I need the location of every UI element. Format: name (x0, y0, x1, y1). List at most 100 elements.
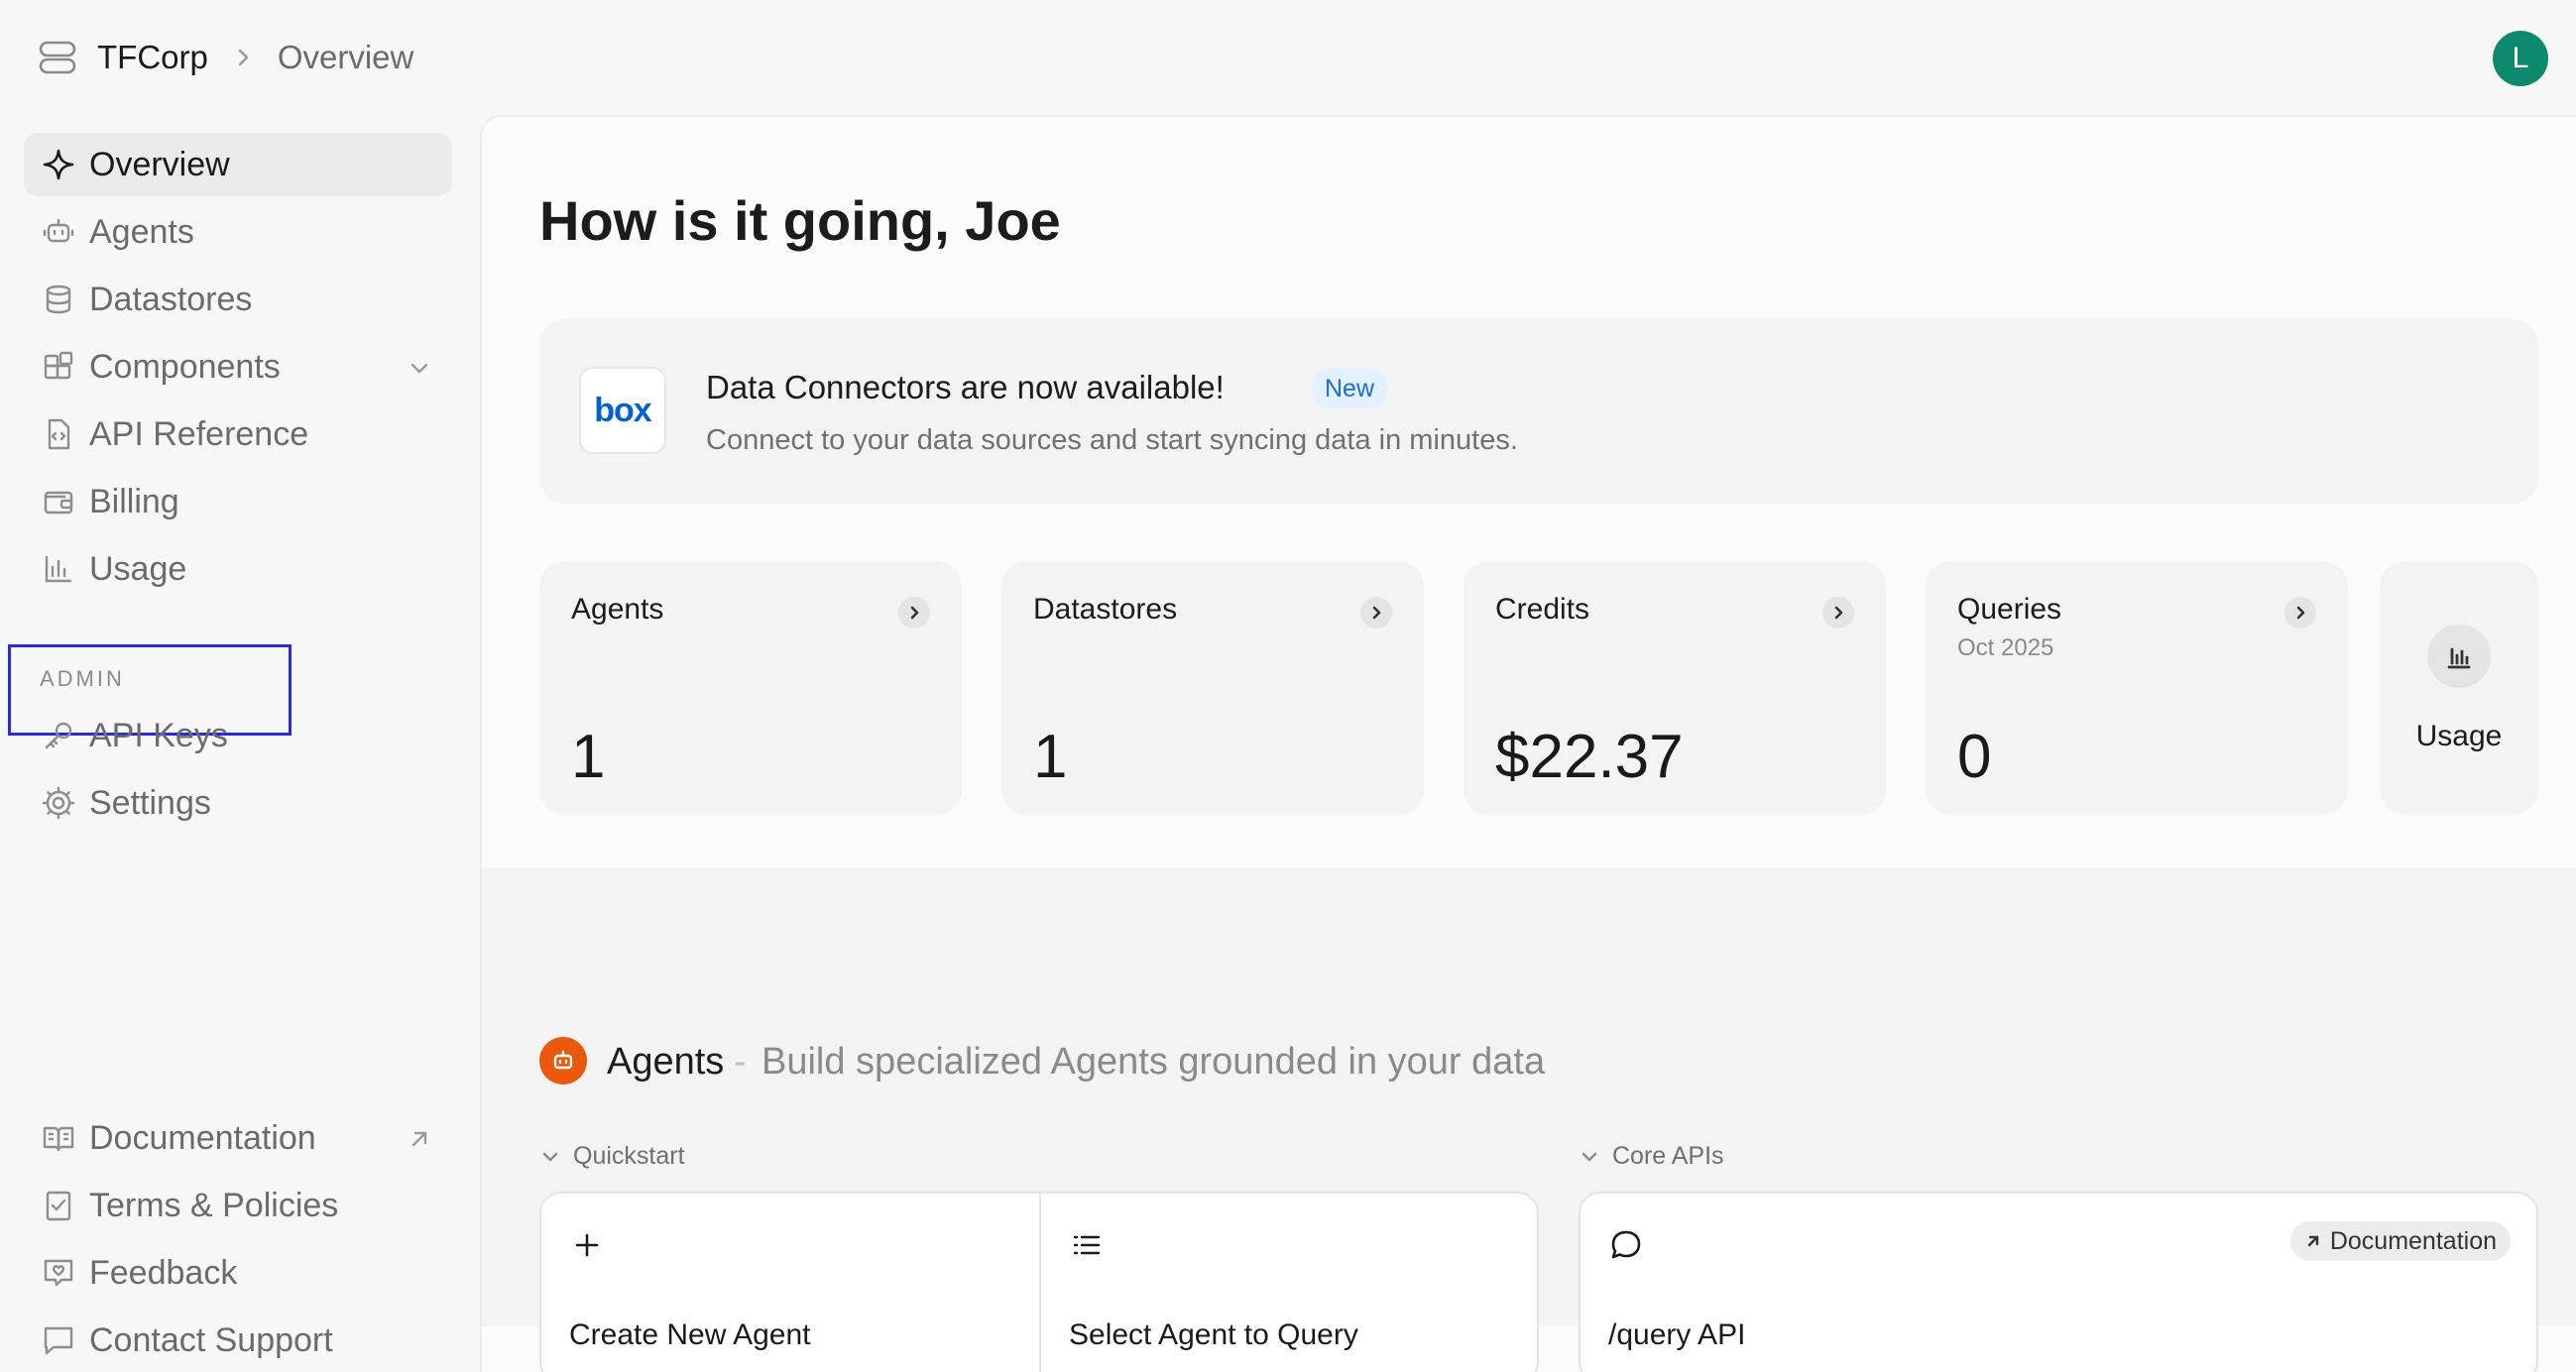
sidebar-item-feedback[interactable]: Feedback (24, 1241, 452, 1305)
create-new-agent-button[interactable]: Create New Agent (541, 1194, 1039, 1372)
quickstart-group-label[interactable]: Quickstart (539, 1142, 685, 1171)
user-avatar[interactable]: L (2493, 31, 2548, 86)
breadcrumb-org[interactable]: TFCorp (97, 39, 208, 76)
quickstart-panel: Create New Agent Select Agent to Query (539, 1192, 1539, 1372)
banner-subtitle: Connect to your data sources and start s… (706, 424, 1518, 456)
chevron-down-icon (1581, 1152, 1597, 1161)
sidebar-item-api-reference[interactable]: API Reference (24, 402, 452, 466)
sidebar-item-billing[interactable]: Billing (24, 470, 452, 533)
stat-label: Datastores (1033, 593, 1178, 626)
stat-value: $22.37 (1495, 723, 1684, 791)
sidebar-item-datastores[interactable]: Datastores (24, 268, 452, 331)
documentation-link[interactable]: Documentation (2289, 1221, 2511, 1261)
sidebar-item-label: Documentation (89, 1118, 316, 1157)
group-label-text: Core APIs (1612, 1142, 1724, 1170)
sidebar-item-label: API Reference (89, 414, 309, 453)
agents-section: Agents - Build specialized Agents ground… (482, 868, 2576, 1372)
top-bar: TFCorp Overview L (0, 0, 2576, 115)
chevron-right-icon[interactable] (2284, 597, 2316, 629)
chevron-right-icon[interactable] (1822, 597, 1854, 629)
sidebar-item-terms-policies[interactable]: Terms & Policies (24, 1174, 452, 1237)
new-badge: New (1311, 369, 1389, 408)
sidebar-item-overview[interactable]: Overview (24, 133, 452, 196)
sidebar: Overview Agents Datastores Components AP… (0, 115, 480, 1372)
agents-section-separator: - (734, 1041, 747, 1083)
chevron-right-icon (230, 45, 256, 70)
box-logo: box (579, 367, 666, 454)
plus-icon (569, 1227, 605, 1263)
stat-period: Oct 2025 (1957, 634, 2054, 661)
stat-card-datastores[interactable]: Datastores 1 (1001, 561, 1424, 815)
action-label: /query API (1608, 1318, 1746, 1351)
arrow-up-right-icon (2307, 1235, 2319, 1247)
components-icon (42, 350, 75, 384)
sidebar-item-label: Settings (89, 783, 211, 822)
chevron-down-icon (542, 1152, 558, 1161)
chevron-right-icon[interactable] (1360, 597, 1392, 629)
stat-card-queries[interactable]: Queries Oct 2025 0 (1926, 561, 2348, 815)
sidebar-item-label: Usage (89, 549, 187, 588)
sidebar-item-label: Datastores (89, 280, 253, 318)
external-link-arrow-icon (407, 1126, 432, 1152)
admin-section-label: ADMIN (40, 666, 125, 691)
sidebar-item-api-keys[interactable]: API Keys (24, 704, 452, 767)
stat-label: Credits (1495, 593, 1590, 626)
list-icon (1069, 1227, 1105, 1263)
stat-value: 0 (1957, 723, 1992, 791)
sidebar-item-label: Feedback (89, 1253, 238, 1292)
agents-section-description: Build specialized Agents grounded in you… (761, 1041, 1546, 1083)
usage-card[interactable]: Usage (2380, 561, 2538, 815)
breadcrumb-current-page: Overview (277, 39, 414, 75)
core-apis-group-label[interactable]: Core APIs (1579, 1142, 1724, 1171)
banner-title: Data Connectors are now available! (706, 369, 1225, 405)
query-api-card[interactable]: /query API Documentation (1579, 1192, 2538, 1372)
book-icon (42, 1121, 75, 1155)
documentation-link-label: Documentation (2329, 1226, 2497, 1255)
checklist-icon (42, 1189, 75, 1222)
action-label: Select Agent to Query (1069, 1318, 1358, 1351)
data-connectors-banner[interactable]: box Data Connectors are now available! N… (539, 319, 2538, 504)
key-icon (42, 719, 75, 752)
sidebar-item-contact-support[interactable]: Contact Support (24, 1309, 452, 1372)
bar-chart-icon (2427, 625, 2491, 688)
feedback-icon (42, 1256, 75, 1290)
sidebar-item-label: API Keys (89, 716, 228, 754)
stat-label: Agents (571, 593, 664, 626)
database-icon (42, 283, 75, 316)
sidebar-item-label: Terms & Policies (89, 1186, 339, 1224)
sidebar-item-usage[interactable]: Usage (24, 537, 452, 601)
sidebar-item-label: Billing (89, 482, 179, 520)
sidebar-item-label: Contact Support (89, 1320, 333, 1359)
chat-icon (42, 1323, 75, 1357)
sidebar-item-components[interactable]: Components (24, 335, 452, 399)
code-file-icon (42, 417, 75, 451)
sidebar-item-label: Components (89, 347, 281, 386)
group-label-text: Quickstart (573, 1142, 685, 1170)
select-agent-to-query-button[interactable]: Select Agent to Query (1041, 1194, 1537, 1372)
stat-label: Queries (1957, 593, 2062, 626)
gear-icon (42, 786, 75, 820)
robot-icon (539, 1037, 587, 1085)
wallet-icon (42, 485, 75, 518)
robot-icon (42, 215, 75, 249)
sidebar-item-agents[interactable]: Agents (24, 200, 452, 264)
agents-section-title: Agents (607, 1041, 725, 1083)
speech-bubble-icon (1608, 1227, 1644, 1263)
chevron-down-icon[interactable] (407, 355, 432, 381)
main-content: How is it going, Joe box Data Connectors… (480, 115, 2576, 1372)
chevron-right-icon[interactable] (898, 597, 930, 629)
stat-value: 1 (1033, 723, 1068, 791)
sidebar-item-documentation[interactable]: Documentation (24, 1106, 452, 1170)
sidebar-item-label: Agents (89, 212, 194, 251)
stat-card-credits[interactable]: Credits $22.37 (1464, 561, 1886, 815)
stack-logo-icon[interactable] (38, 37, 79, 78)
usage-card-label: Usage (2415, 720, 2503, 752)
query-api-content: /query API (1581, 1194, 2536, 1372)
stat-value: 1 (571, 723, 606, 791)
sparkle-icon (42, 148, 75, 181)
sidebar-item-label: Overview (89, 145, 230, 183)
bar-chart-icon (42, 552, 75, 586)
stat-card-agents[interactable]: Agents 1 (539, 561, 962, 815)
page-title: How is it going, Joe (539, 189, 1061, 252)
sidebar-item-settings[interactable]: Settings (24, 771, 452, 835)
